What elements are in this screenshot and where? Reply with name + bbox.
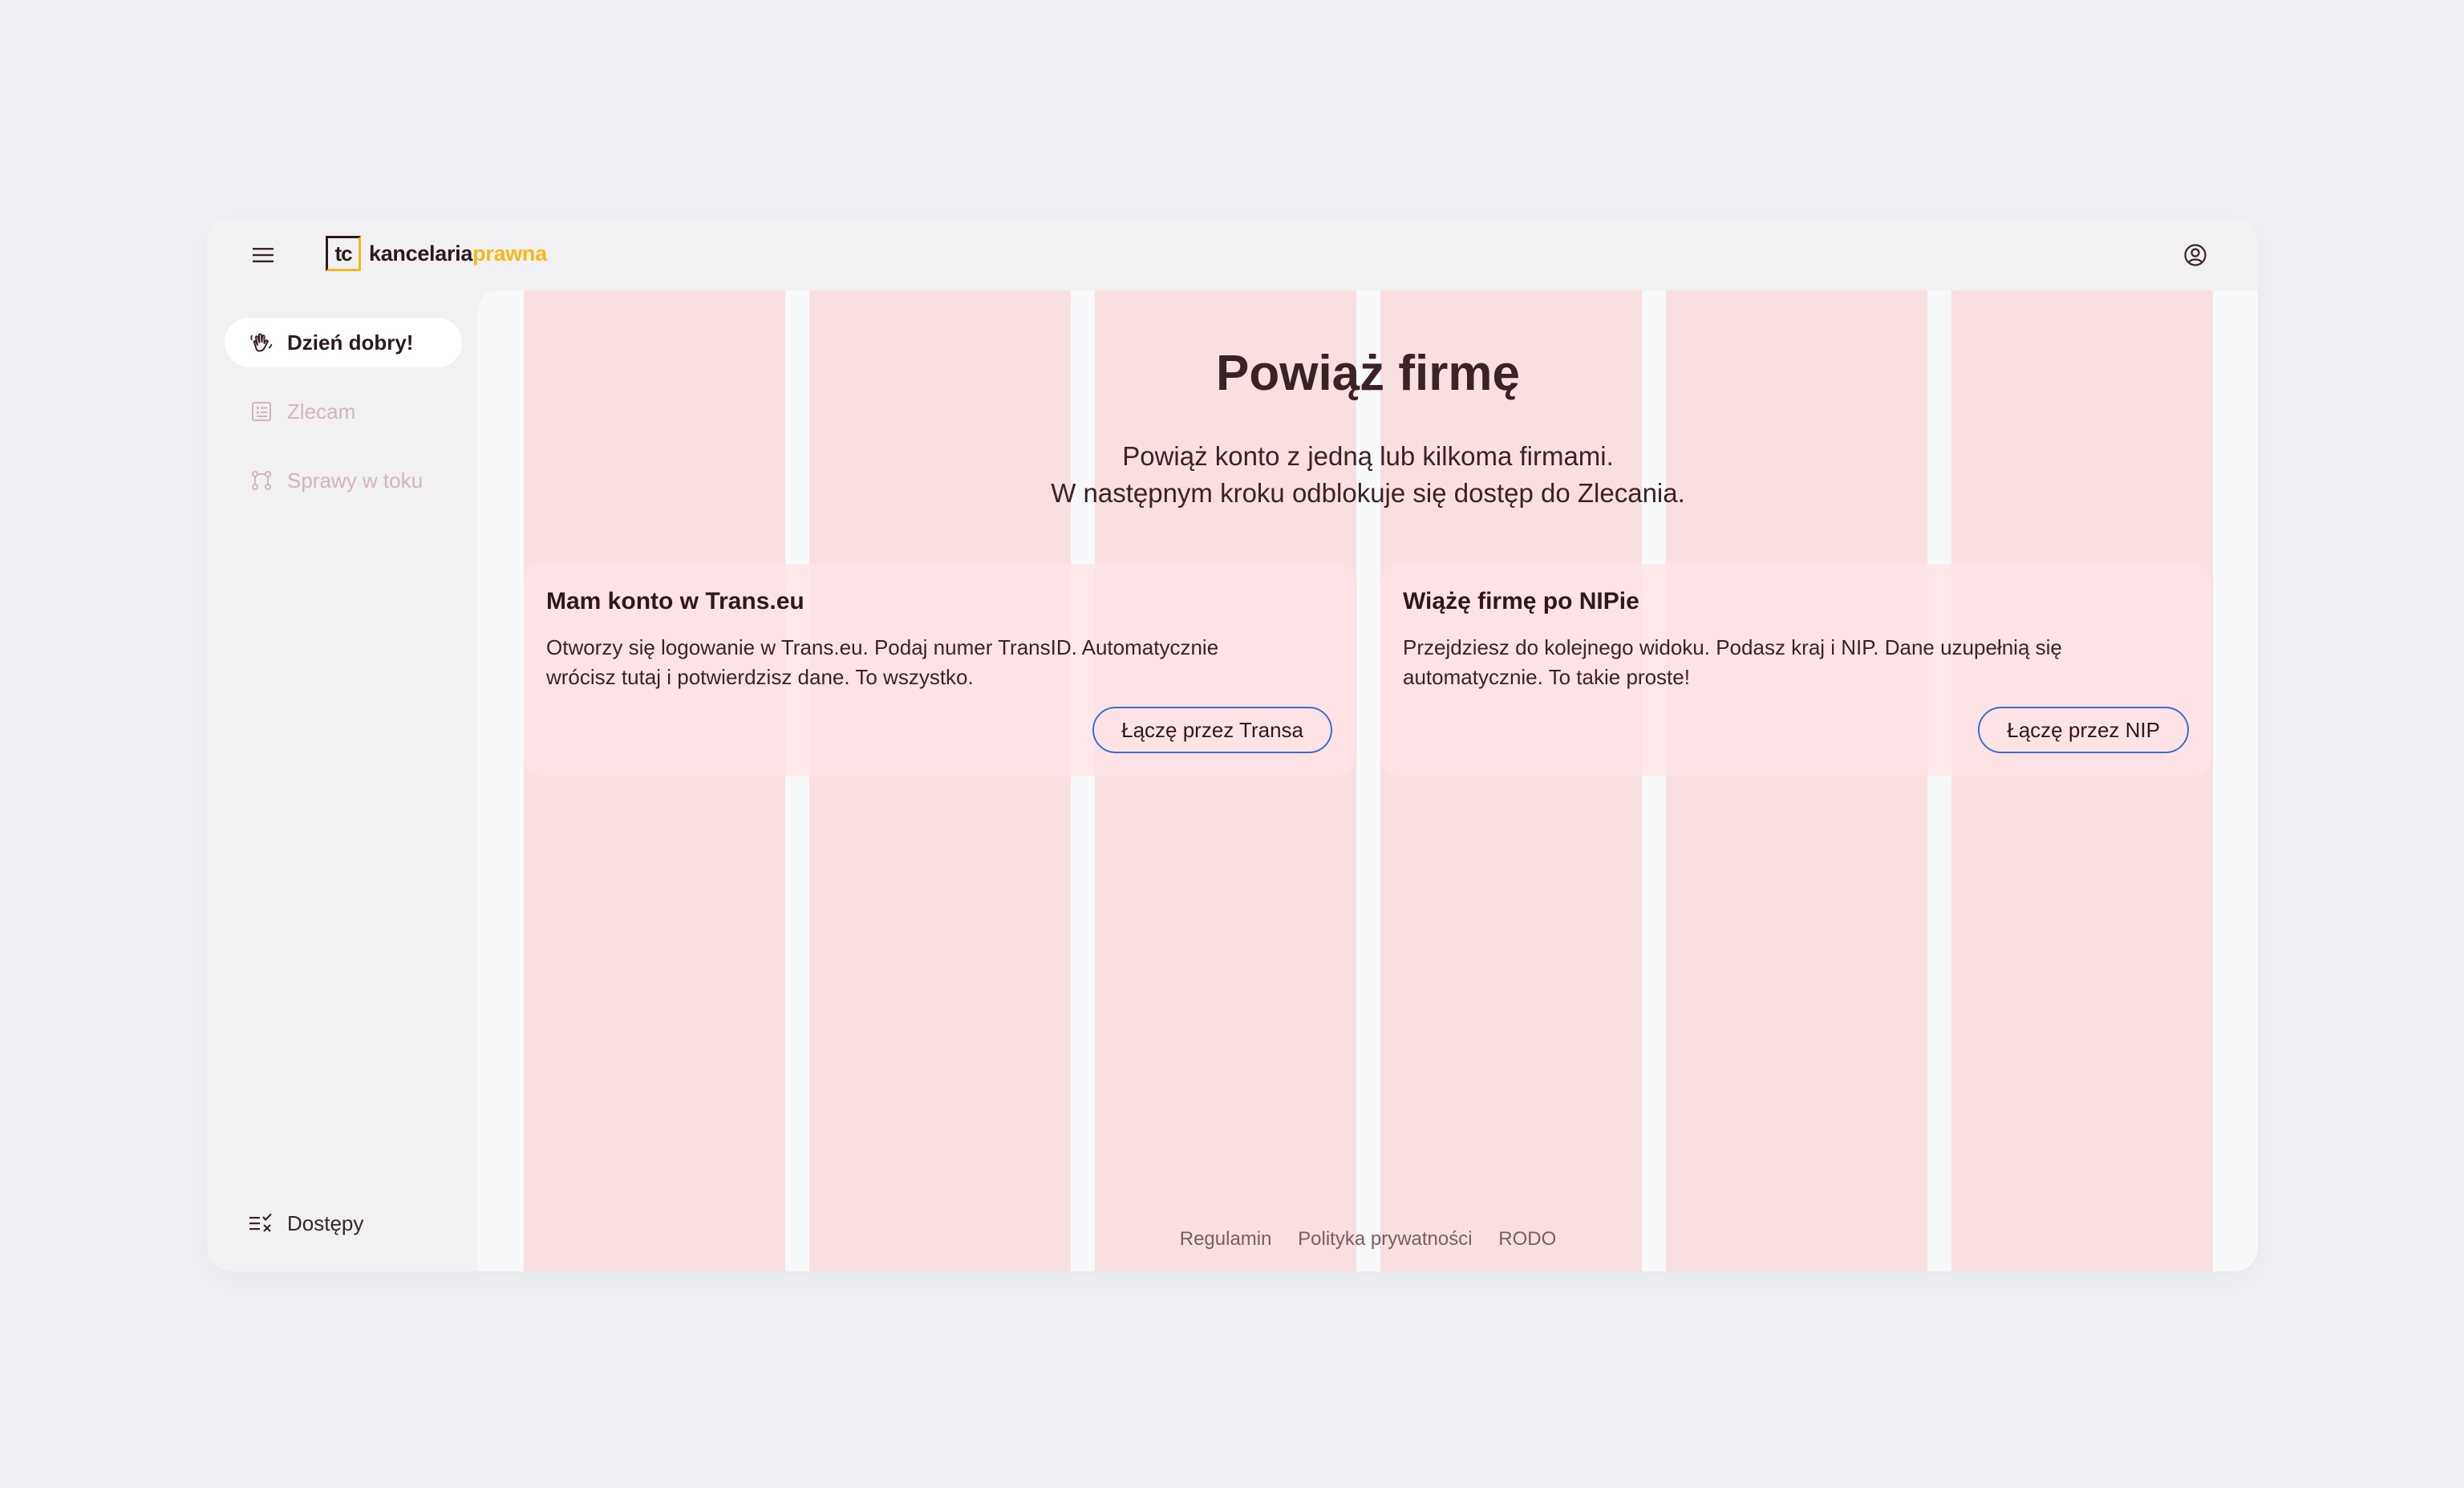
card-description: Przejdziesz do kolejnego widoku. Podasz … — [1403, 635, 2062, 689]
page-subtitle: Powiąż konto z jedną lub kilkoma firmami… — [478, 438, 2258, 512]
sidebar-item-sprawy-w-toku[interactable]: Sprawy w toku — [225, 456, 462, 505]
list-check-icon — [249, 1210, 274, 1236]
sidebar-item-label: Zlecam — [287, 399, 356, 424]
connect-nip-button[interactable]: Łączę przez NIP — [1978, 707, 2189, 753]
connect-trans-button[interactable]: Łączę przez Transa — [1092, 707, 1332, 753]
workflow-icon — [249, 468, 274, 493]
footer-link-regulamin[interactable]: Regulamin — [1180, 1228, 1272, 1250]
sidebar-item-dzien-dobry[interactable]: Dzień dobry! — [225, 318, 462, 367]
logo-text-main: kancelaria — [369, 241, 473, 266]
subtitle-line: W następnym kroku odblokuje się dostęp d… — [1051, 478, 1685, 508]
clipboard-list-icon — [249, 399, 274, 424]
logo-text-accent: prawna — [472, 241, 547, 266]
card-title: Wiążę firmę po NIPie — [1403, 588, 1639, 614]
nip-card: Wiążę firmę po NIPie Przejdziesz do kole… — [1380, 564, 2211, 776]
sidebar-item-label: Sprawy w toku — [287, 468, 424, 493]
card-description: Otworzy się logowanie w Trans.eu. Podaj … — [546, 635, 1219, 689]
footer-link-rodo[interactable]: RODO — [1498, 1228, 1556, 1250]
hamburger-icon — [253, 248, 274, 262]
sidebar-item-dostepy[interactable]: Dostępy — [225, 1198, 462, 1248]
logo-mark: tc — [326, 236, 361, 271]
sidebar: Dzień dobry! Zlecam Sprawy w toku Dostęp… — [207, 290, 478, 1271]
app-window: tc kancelariaprawna Dzień dobry! Zlecam … — [207, 218, 2258, 1271]
main-content: Powiąż firmę Powiąż konto z jedną lub ki… — [478, 290, 2258, 1271]
logo-text: kancelariaprawna — [369, 241, 547, 266]
footer-link-privacy-policy[interactable]: Polityka prywatności — [1298, 1228, 1472, 1250]
account-button[interactable] — [2181, 241, 2210, 270]
content-area: Powiąż firmę Powiąż konto z jedną lub ki… — [478, 290, 2258, 1271]
subtitle-line: Powiąż konto z jedną lub kilkoma firmami… — [1122, 441, 1614, 471]
card-title: Mam konto w Trans.eu — [546, 588, 804, 614]
footer: Regulamin Polityka prywatności RODO — [478, 1228, 2258, 1251]
waving-hand-icon — [249, 330, 274, 355]
page-title: Powiąż firmę — [1216, 346, 1520, 401]
sidebar-item-label: Dostępy — [287, 1210, 364, 1235]
sidebar-item-zlecam[interactable]: Zlecam — [225, 387, 462, 436]
menu-button[interactable] — [247, 239, 279, 271]
top-bar: tc kancelariaprawna — [207, 218, 2258, 290]
app-logo[interactable]: tc kancelariaprawna — [326, 236, 547, 271]
user-circle-icon — [2184, 244, 2207, 266]
sidebar-item-label: Dzień dobry! — [287, 330, 414, 355]
trans-eu-card: Mam konto w Trans.eu Otworzy się logowan… — [524, 564, 1355, 776]
